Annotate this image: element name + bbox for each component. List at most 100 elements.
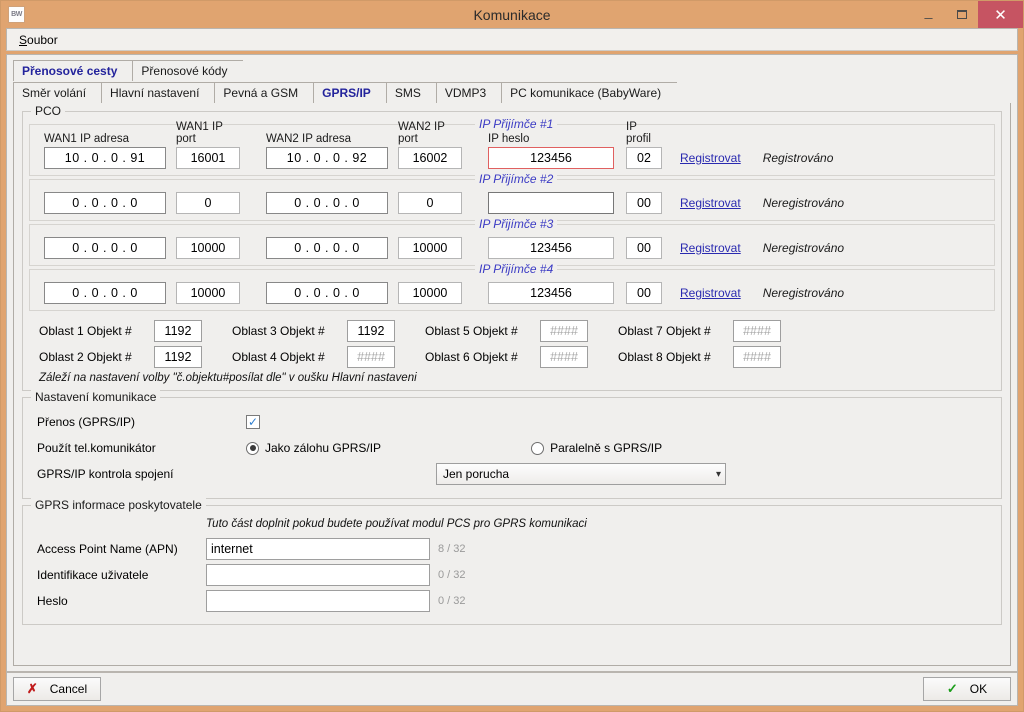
wan2-ip-input-2[interactable]: 0 . 0 . 0 . 0 (266, 192, 388, 214)
ip-profile-input-3[interactable]: 00 (626, 237, 662, 259)
menu-item-soubor[interactable]: Soubor (15, 31, 62, 49)
ip-password-input-4[interactable]: 123456 (488, 282, 614, 304)
tab-gprs-ip[interactable]: GPRS/IP (313, 82, 387, 103)
gprs-info-group: GPRS informace poskytovatele Tuto část d… (22, 498, 1002, 625)
registration-status-1: Registrováno (762, 151, 834, 165)
tab-row-secondary: Směr volání Hlavní nastavení Pevná a GSM… (13, 81, 1017, 103)
oblast-input-1[interactable]: 1192 (154, 320, 202, 342)
oblast-cell-7: Oblast 7 Objekt # #### (618, 320, 781, 342)
oblast-input-5[interactable]: #### (540, 320, 588, 342)
supervision-select[interactable]: Jen porucha ▾ (436, 463, 726, 485)
tab-sms[interactable]: SMS (385, 82, 437, 103)
wan1-port-input-2[interactable]: 0 (176, 192, 240, 214)
minimize-icon[interactable]: _ (912, 1, 945, 28)
oblast-input-3[interactable]: 1192 (347, 320, 395, 342)
tab-prenosove-cesty[interactable]: Přenosové cesty (13, 60, 134, 81)
cancel-button[interactable]: ✗ Cancel (13, 677, 101, 701)
wan1-port-input-3[interactable]: 10000 (176, 237, 240, 259)
wan1-port-input-1[interactable]: 16001 (176, 147, 240, 169)
menu-accel: S (19, 32, 28, 47)
register-link-4[interactable]: Registrovat (680, 286, 741, 300)
tab-label: Směr volání (22, 86, 87, 100)
tab-pc-komunikace[interactable]: PC komunikace (BabyWare) (501, 82, 678, 103)
supervision-label: GPRS/IP kontrola spojení (37, 467, 174, 481)
ip-password-input-3[interactable]: 123456 (488, 237, 614, 259)
wan2-port-input-2[interactable]: 0 (398, 192, 462, 214)
receiver-4-legend: IP Přijímče #4 (475, 262, 558, 276)
oblast-label-8: Oblast 8 Objekt # (618, 350, 711, 364)
oblast-label-6: Oblast 6 Objekt # (425, 350, 518, 364)
wan2-ip-input-3[interactable]: 0 . 0 . 0 . 0 (266, 237, 388, 259)
receiver-2-group: IP Přijímče #2 0 . 0 . 0 . 0 0 0 . 0 . 0… (29, 172, 995, 221)
wan2-port-input-3[interactable]: 10000 (398, 237, 462, 259)
oblast-section: Oblast 1 Objekt # 1192 Oblast 3 Objekt #… (29, 314, 995, 384)
ip-profile-input-2[interactable]: 00 (626, 192, 662, 214)
oblast-cell-4: Oblast 4 Objekt # #### (232, 346, 395, 368)
menu-item-label-rest: oubor (27, 32, 58, 47)
oblast-input-4[interactable]: #### (347, 346, 395, 368)
tel-communicator-label: Použít tel.komunikátor (37, 441, 156, 455)
komunikace-window: BW Komunikace _ ✕ Soubor Přenosové cesty… (0, 0, 1024, 712)
ip-profile-input-1[interactable]: 02 (626, 147, 662, 169)
register-link-3[interactable]: Registrovat (680, 241, 741, 255)
tab-label: Hlavní nastavení (110, 86, 200, 100)
oblast-label-2: Oblast 2 Objekt # (39, 350, 132, 364)
header-ip-profile: IP profil (626, 121, 651, 145)
password-counter: 0 / 32 (438, 595, 466, 607)
wan2-ip-input-1[interactable]: 10 . 0 . 0 . 92 (266, 147, 388, 169)
transfer-checkbox[interactable]: ✓ (246, 415, 260, 429)
tab-vdmp3[interactable]: VDMP3 (435, 82, 503, 103)
receiver-4-group: IP Přijímče #4 0 . 0 . 0 . 0 10000 0 . 0… (29, 262, 995, 311)
apn-row: Access Point Name (APN) internet 8 / 32 (31, 536, 993, 562)
user-id-input[interactable] (206, 564, 430, 586)
ok-button[interactable]: ✓ OK (923, 677, 1011, 701)
close-icon[interactable]: ✕ (978, 1, 1023, 28)
tab-pevna-a-gsm[interactable]: Pevná a GSM (214, 82, 315, 103)
ip-password-input-1[interactable]: 123456 (488, 147, 614, 169)
apn-input[interactable]: internet (206, 538, 430, 560)
tab-smer-volani[interactable]: Směr volání (13, 82, 103, 103)
user-id-row: Identifikace uživatele 0 / 32 (31, 562, 993, 588)
wan1-ip-input-2[interactable]: 0 . 0 . 0 . 0 (44, 192, 166, 214)
oblast-label-5: Oblast 5 Objekt # (425, 324, 518, 338)
oblast-cell-1: Oblast 1 Objekt # 1192 (39, 320, 202, 342)
oblast-input-8[interactable]: #### (733, 346, 781, 368)
ip-profile-input-4[interactable]: 00 (626, 282, 662, 304)
tab-hlavni-nastaveni[interactable]: Hlavní nastavení (101, 82, 216, 103)
oblast-cell-8: Oblast 8 Objekt # #### (618, 346, 781, 368)
maximize-icon[interactable] (945, 1, 978, 28)
radio-paralelne[interactable]: Paralelně s GPRS/IP (531, 441, 662, 455)
register-link-1[interactable]: Registrovat (680, 151, 741, 165)
oblast-cell-3: Oblast 3 Objekt # 1192 (232, 320, 395, 342)
wan2-port-input-1[interactable]: 16002 (398, 147, 462, 169)
x-mark-icon: ✗ (26, 681, 38, 696)
header-wan1-port: WAN1 IP port (176, 121, 223, 145)
user-id-counter: 0 / 32 (438, 569, 466, 581)
check-mark-icon: ✓ (946, 681, 958, 696)
oblast-note: Záleží na nastavení volby "č.objektu#pos… (39, 372, 417, 384)
wan1-ip-input-3[interactable]: 0 . 0 . 0 . 0 (44, 237, 166, 259)
oblast-input-2[interactable]: 1192 (154, 346, 202, 368)
gprs-info-legend: GPRS informace poskytovatele (31, 498, 206, 512)
window-title: Komunikace (473, 6, 551, 23)
oblast-input-7[interactable]: #### (733, 320, 781, 342)
app-icon: BW (8, 6, 25, 23)
password-input[interactable] (206, 590, 430, 612)
tab-prenosove-kody[interactable]: Přenosové kódy (132, 60, 244, 81)
transfer-row: Přenos (GPRS/IP) ✓ (31, 410, 993, 434)
password-label: Heslo (37, 594, 68, 608)
chevron-down-icon: ▾ (715, 468, 721, 480)
wan1-port-input-4[interactable]: 10000 (176, 282, 240, 304)
supervision-selected-value: Jen porucha (443, 467, 510, 481)
wan1-ip-input-4[interactable]: 0 . 0 . 0 . 0 (44, 282, 166, 304)
radio-jako-zalohu[interactable]: Jako zálohu GPRS/IP (246, 441, 381, 455)
wan2-ip-input-4[interactable]: 0 . 0 . 0 . 0 (266, 282, 388, 304)
header-wan2-port: WAN2 IP port (398, 121, 445, 145)
register-link-2[interactable]: Registrovat (680, 196, 741, 210)
receiver-3-row: 0 . 0 . 0 . 0 10000 0 . 0 . 0 . 0 10000 … (36, 237, 988, 259)
wan2-port-input-4[interactable]: 10000 (398, 282, 462, 304)
ip-password-input-2[interactable] (488, 192, 614, 214)
oblast-input-6[interactable]: #### (540, 346, 588, 368)
oblast-cell-5: Oblast 5 Objekt # #### (425, 320, 588, 342)
wan1-ip-input-1[interactable]: 10 . 0 . 0 . 91 (44, 147, 166, 169)
